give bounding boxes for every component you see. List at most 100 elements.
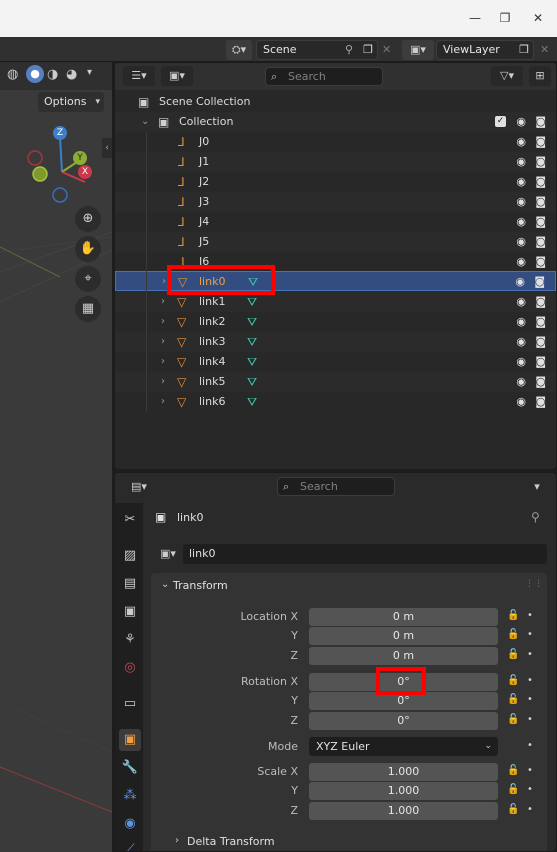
axis-z-label[interactable]: Z xyxy=(53,126,67,140)
rotation-mode-dropdown[interactable]: XYZ Euler ⌄ xyxy=(309,737,498,756)
mesh-data-icon[interactable]: ⛛ xyxy=(247,352,257,372)
expand-chevron-icon[interactable]: › xyxy=(161,332,165,352)
collapse-chevron-icon[interactable]: ⌄ xyxy=(161,579,169,590)
drag-handle-icon[interactable]: ⋮⋮ xyxy=(525,579,543,589)
visibility-eye-icon[interactable]: ◉ xyxy=(516,352,526,372)
editor-type-dropdown[interactable]: ▤▾ xyxy=(123,477,155,497)
visibility-eye-icon[interactable]: ◉ xyxy=(516,112,526,132)
render-camera-icon[interactable]: ◙ xyxy=(535,232,546,252)
scale-x-field[interactable]: 1.000 xyxy=(309,763,498,781)
visibility-eye-icon[interactable]: ◉ xyxy=(516,172,526,192)
filter-view-dropdown[interactable]: ▣▾ xyxy=(161,66,193,86)
outliner-item-link2[interactable]: › ▽ link2 ⛛ ◉ ◙ xyxy=(115,312,556,332)
lock-icon[interactable]: 🔓 xyxy=(507,765,519,776)
axis-x-label[interactable]: X xyxy=(78,165,92,179)
mesh-data-icon[interactable]: ⛛ xyxy=(247,332,257,352)
outliner-item-j0[interactable]: ⅃ J0 ◉ ◙ xyxy=(115,132,556,152)
visibility-eye-icon[interactable]: ◉ xyxy=(516,132,526,152)
expand-chevron-icon[interactable]: › xyxy=(161,292,165,312)
expand-chevron-icon[interactable]: › xyxy=(161,392,165,412)
location-z-field[interactable]: 0 m xyxy=(309,647,498,665)
axis-y-label[interactable]: Y xyxy=(73,151,87,165)
render-camera-icon[interactable]: ◙ xyxy=(535,112,546,132)
expand-chevron-icon[interactable]: › xyxy=(161,352,165,372)
render-camera-icon[interactable]: ◙ xyxy=(535,312,546,332)
new-collection-icon[interactable]: ⊞ xyxy=(529,66,551,86)
keyframe-dot-icon[interactable]: • xyxy=(527,610,533,621)
mesh-data-icon[interactable]: ⛛ xyxy=(247,392,257,412)
keyframe-dot-icon[interactable]: • xyxy=(527,649,533,660)
properties-options-dropdown[interactable]: ▾ xyxy=(527,477,547,497)
keyframe-dot-icon[interactable]: • xyxy=(527,784,533,795)
outliner-item-j3[interactable]: ⅃ J3 ◉ ◙ xyxy=(115,192,556,212)
render-camera-icon[interactable]: ◙ xyxy=(535,372,546,392)
mesh-data-icon[interactable]: ⛛ xyxy=(247,312,257,332)
duplicate-scene-icon[interactable]: ❐ xyxy=(363,41,373,59)
tool-settings-icon[interactable]: ✂ xyxy=(119,509,141,531)
outliner-item-link5[interactable]: › ▽ link5 ⛛ ◉ ◙ xyxy=(115,372,556,392)
render-camera-icon[interactable]: ◙ xyxy=(535,352,546,372)
mesh-data-icon[interactable]: ⛛ xyxy=(247,292,257,312)
filter-icon[interactable]: ▽▾ xyxy=(491,66,523,86)
close-window-button[interactable]: ✕ xyxy=(527,8,549,28)
lock-icon[interactable]: 🔓 xyxy=(507,714,519,725)
visibility-eye-icon[interactable]: ◉ xyxy=(516,392,526,412)
physics-icon[interactable]: ◉ xyxy=(119,813,141,835)
object-name-field[interactable]: link0 xyxy=(183,544,547,564)
visibility-eye-icon[interactable]: ◉ xyxy=(516,152,526,172)
world-properties-icon[interactable]: ◎ xyxy=(119,657,141,679)
display-mode-dropdown[interactable]: ☰▾ xyxy=(123,66,155,86)
properties-search-input[interactable]: ⌕ Search xyxy=(277,477,395,496)
expand-chevron-icon[interactable]: › xyxy=(161,312,165,332)
render-camera-icon[interactable]: ◙ xyxy=(535,392,546,412)
outliner-item-link6[interactable]: › ▽ link6 ⛛ ◉ ◙ xyxy=(115,392,556,412)
object-properties-icon[interactable]: ▣ xyxy=(119,729,141,751)
collection-row[interactable]: ⌄ ▣ Collection ✓ ◉ ◙ xyxy=(115,112,556,132)
exclude-checkbox[interactable]: ✓ xyxy=(495,116,506,127)
expand-chevron-icon[interactable]: › xyxy=(161,372,165,392)
view-layer-icon[interactable]: ▣ xyxy=(119,601,141,623)
visibility-eye-icon[interactable]: ◉ xyxy=(516,232,526,252)
lock-icon[interactable]: 🔓 xyxy=(507,784,519,795)
lock-icon[interactable]: 🔓 xyxy=(507,610,519,621)
restore-button[interactable]: ❐ xyxy=(494,8,516,28)
collection-properties-icon[interactable]: ▭ xyxy=(119,693,141,715)
mesh-data-icon[interactable]: ⛛ xyxy=(247,372,257,392)
visibility-eye-icon[interactable]: ◉ xyxy=(515,272,525,292)
render-camera-icon[interactable]: ◙ xyxy=(535,292,546,312)
visibility-eye-icon[interactable]: ◉ xyxy=(516,372,526,392)
perspective-grid-icon[interactable]: ▦ xyxy=(75,296,101,322)
visibility-eye-icon[interactable]: ◉ xyxy=(516,192,526,212)
keyframe-dot-icon[interactable]: • xyxy=(527,694,533,705)
scene-collection-row[interactable]: ▣ Scene Collection xyxy=(115,92,556,112)
keyframe-dot-icon[interactable]: • xyxy=(527,675,533,686)
viewlayer-type-icon[interactable]: ▣▾ xyxy=(402,40,434,60)
remove-scene-icon[interactable]: ✕ xyxy=(382,40,391,60)
outliner-item-link4[interactable]: › ▽ link4 ⛛ ◉ ◙ xyxy=(115,352,556,372)
scale-y-field[interactable]: 1.000 xyxy=(309,782,498,800)
particles-icon[interactable]: ⁂ xyxy=(119,785,141,807)
collapse-chevron-icon[interactable]: ⌄ xyxy=(141,112,149,132)
rotation-z-field[interactable]: 0° xyxy=(309,712,498,730)
outliner-item-j5[interactable]: ⅃ J5 ◉ ◙ xyxy=(115,232,556,252)
viewlayer-selector[interactable]: ViewLayer ❐ xyxy=(436,40,534,60)
visibility-eye-icon[interactable]: ◉ xyxy=(516,292,526,312)
zoom-icon[interactable]: ⊕ xyxy=(75,206,101,232)
outliner-search-input[interactable]: ⌕ Search xyxy=(265,67,383,86)
pan-hand-icon[interactable]: ✋ xyxy=(75,236,101,262)
camera-view-icon[interactable]: ⌖ xyxy=(75,266,101,292)
lock-icon[interactable]: 🔓 xyxy=(507,629,519,640)
visibility-eye-icon[interactable]: ◉ xyxy=(516,312,526,332)
lock-icon[interactable]: 🔓 xyxy=(507,804,519,815)
scale-z-field[interactable]: 1.000 xyxy=(309,802,498,820)
minimize-button[interactable]: — xyxy=(464,8,486,28)
keyframe-dot-icon[interactable]: • xyxy=(527,714,533,725)
render-camera-icon[interactable]: ◙ xyxy=(535,172,546,192)
render-camera-icon[interactable]: ◙ xyxy=(535,152,546,172)
visibility-eye-icon[interactable]: ◉ xyxy=(516,332,526,352)
outliner-item-link3[interactable]: › ▽ link3 ⛛ ◉ ◙ xyxy=(115,332,556,352)
scene-selector[interactable]: Scene ⚲ ❐ xyxy=(256,40,378,60)
object-browse-dropdown[interactable]: ▣▾ xyxy=(153,544,183,564)
modifier-wrench-icon[interactable]: 🔧 xyxy=(119,757,141,779)
location-x-field[interactable]: 0 m xyxy=(309,608,498,626)
